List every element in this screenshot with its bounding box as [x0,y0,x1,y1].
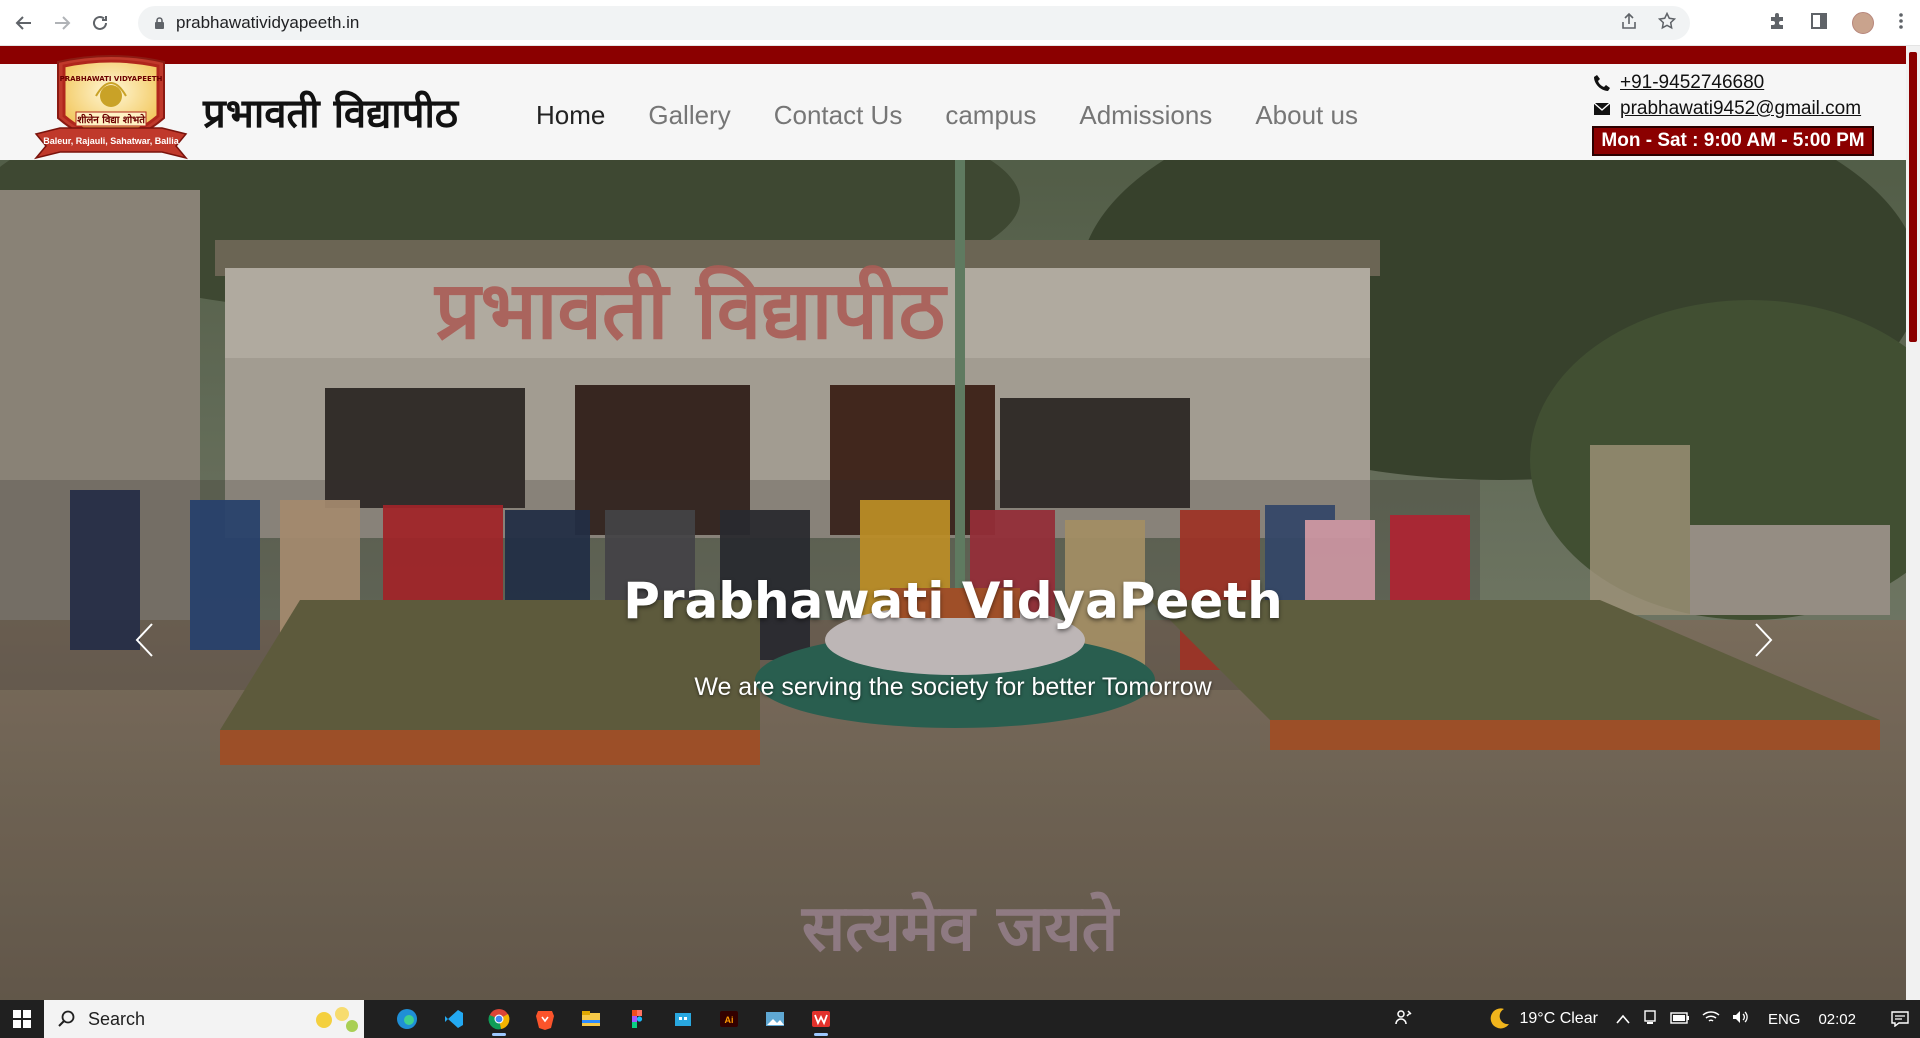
site-name[interactable]: प्रभावती विद्यापीठ [203,84,458,139]
page-scrollbar[interactable] [1906,46,1920,1000]
illustrator-app[interactable]: Ai [706,1000,752,1038]
wps-icon [812,1011,830,1027]
hero-title: Prabhawati VidyaPeeth [623,572,1283,630]
nav-admissions[interactable]: Admissions [1079,100,1212,131]
logo-motto: शीलेन विद्या शोभते [77,113,146,126]
envelope-icon [1592,100,1612,118]
extensions-puzzle-icon[interactable] [1768,12,1786,35]
notification-icon [1891,1011,1909,1027]
scrollbar-thumb[interactable] [1909,52,1917,342]
photos-app[interactable] [752,1000,798,1038]
weather-widget[interactable]: 19°C Clear [1486,1006,1598,1032]
arrow-right-icon [55,15,71,30]
opening-hours: Mon - Sat : 9:00 AM - 5:00 PM [1592,126,1874,156]
site-header: शीलेन विद्या शोभते PRABHAWATI VIDYAPEETH… [0,55,1920,160]
chevron-up-icon[interactable] [1616,1011,1630,1028]
reload-button[interactable] [86,9,114,37]
start-button[interactable] [0,1000,44,1038]
more-menu-icon[interactable] [1898,12,1904,35]
wps-app[interactable] [798,1000,844,1038]
taskbar-search-label[interactable]: Search [88,1009,145,1030]
phone-number[interactable]: +91-9452746680 [1620,72,1764,94]
figma-icon [632,1010,643,1028]
phone-link[interactable]: +91-9452746680 [1592,70,1874,96]
logo-ribbon-text: Baleur, Rajauli, Sahatwar, Ballia [43,136,180,146]
wifi-icon[interactable] [1702,1010,1720,1028]
url-text[interactable]: prabhawatividyapeeth.in [176,13,359,33]
vscode-icon [445,1010,463,1028]
file-explorer-app[interactable] [568,1000,614,1038]
logo-top-text: PRABHAWATI VIDYAPEETH [60,75,163,83]
profile-avatar[interactable] [1852,12,1874,34]
nav-about-us[interactable]: About us [1255,100,1358,131]
moon-icon [1490,1008,1509,1029]
chrome-icon [488,1009,510,1030]
people-icon[interactable] [1394,1008,1412,1031]
brave-app[interactable] [522,1000,568,1038]
carousel-prev-button[interactable] [124,610,164,670]
side-panel-icon[interactable] [1810,12,1828,35]
hero-carousel: प्रभावती विद्यापीठ सत्यमेव जयते Prabhawa… [0,160,1906,1000]
flowers-icon [316,1007,358,1032]
hero-subtitle: We are serving the society for better To… [694,673,1212,701]
language-indicator[interactable]: ENG [1768,1011,1801,1028]
nav-home[interactable]: Home [536,100,605,131]
edge-app[interactable] [384,1000,430,1038]
taskbar-apps: Ai [384,1000,844,1038]
chevron-left-icon [135,623,153,657]
volume-icon[interactable] [1732,1010,1750,1028]
taskbar-clock[interactable]: 02:02 [1818,1011,1856,1028]
tray-icons [1616,1009,1750,1029]
email-link[interactable]: prabhawati9452@gmail.com [1592,96,1874,122]
chrome-app[interactable] [476,1000,522,1038]
nav-gallery[interactable]: Gallery [648,100,730,131]
vscode-app[interactable] [430,1000,476,1038]
reload-icon [93,15,107,30]
store-app[interactable] [660,1000,706,1038]
share-icon[interactable] [1620,12,1638,35]
windows-taskbar: Search Ai 19°C Clear ENG 02:02 [0,1000,1920,1038]
contact-block: +91-9452746680 prabhawati9452@gmail.com … [1592,70,1874,156]
device-icon[interactable] [1642,1009,1658,1029]
chevron-right-icon [1755,623,1773,657]
weather-text: 19°C Clear [1519,1010,1598,1027]
browser-toolbar: prabhawatividyapeeth.in [0,0,1920,46]
system-tray: 19°C Clear ENG 02:02 [1394,1000,1920,1038]
search-icon [58,1010,75,1027]
main-nav: Home Gallery Contact Us campus Admission… [536,100,1401,131]
notification-center-button[interactable] [1880,1011,1920,1027]
store-icon [675,1013,691,1026]
nav-campus[interactable]: campus [945,100,1036,131]
phone-icon [1592,74,1612,92]
arrow-left-icon [15,15,31,30]
brave-icon [536,1011,554,1030]
forward-button[interactable] [48,9,76,37]
taskbar-search[interactable]: Search [44,1000,364,1038]
battery-icon[interactable] [1670,1011,1690,1028]
windows-logo-icon [13,1010,31,1028]
nav-contact-us[interactable]: Contact Us [774,100,903,131]
bookmark-star-icon[interactable] [1657,11,1677,35]
address-bar[interactable]: prabhawatividyapeeth.in [138,6,1690,40]
lock-icon[interactable] [152,16,166,30]
carousel-next-button[interactable] [1744,610,1784,670]
school-logo[interactable]: शीलेन विद्या शोभते PRABHAWATI VIDYAPEETH… [30,54,192,168]
illustrator-icon: Ai [720,1011,738,1027]
back-button[interactable] [10,9,38,37]
site-top-bar [0,46,1920,64]
email-address[interactable]: prabhawati9452@gmail.com [1620,98,1861,120]
photos-icon [766,1012,784,1026]
figma-app[interactable] [614,1000,660,1038]
file-explorer-icon [582,1011,600,1026]
svg-text:Ai: Ai [725,1015,734,1025]
edge-icon [397,1009,417,1029]
